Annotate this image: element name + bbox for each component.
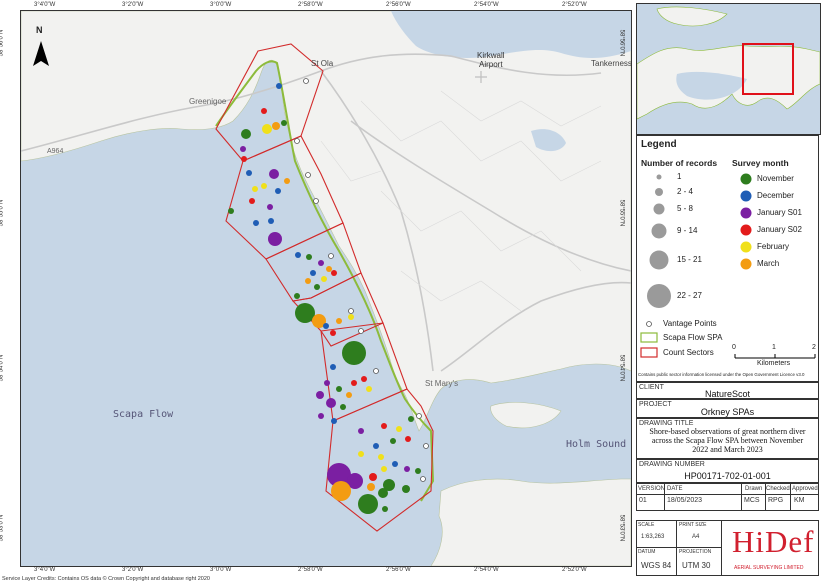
projection-label: PROJECTION — [679, 549, 712, 555]
scale-tick-0: 0 — [732, 344, 736, 351]
label-a964: A964 — [47, 148, 64, 155]
approved-label: Approved — [792, 486, 818, 492]
lon-tick-bottom: 2°54'0"W — [474, 567, 499, 573]
record-class-label: 22 - 27 — [677, 291, 702, 300]
lat-tick-right: 58°55'0"N — [618, 199, 625, 227]
inland-water — [391, 11, 631, 58]
record-class-label: 15 - 21 — [677, 255, 702, 264]
lat-tick: 58°53'0"N — [0, 514, 5, 542]
legend-scapa-spa: Scapa Flow SPA — [663, 333, 723, 342]
meta-block: VERSION DATE Drawn Checked Approved 01 1… — [636, 483, 819, 511]
lon-tick-bottom: 3°2'0"W — [122, 567, 144, 573]
label-greenigoe: Greenigoe — [189, 97, 227, 106]
scale-value: 1:63,263 — [641, 534, 665, 540]
inset-map[interactable] — [636, 3, 821, 135]
drawn-label: Drawn — [745, 486, 763, 492]
project-block: PROJECT Orkney SPAs — [636, 399, 819, 418]
client-block: CLIENT NatureScot — [636, 382, 819, 399]
hidef-logo: HiDef — [732, 524, 815, 559]
month-label-november: November — [757, 174, 794, 183]
record-class-label: 9 - 14 — [677, 226, 698, 235]
lon-tick: 2°52'0"W — [562, 2, 587, 8]
lat-tick-right: 58°53'0"N — [618, 514, 625, 542]
service-credits: Service Layer Credits: Contains OS data … — [2, 576, 210, 582]
main-map[interactable]: N Kirkwall Airport Tankerness St Ola Gre… — [20, 10, 632, 567]
approved-value: KM — [794, 497, 805, 504]
scale-tick-2: 2 — [812, 344, 816, 351]
datum-label: DATUM — [638, 549, 656, 555]
land-south — [430, 478, 631, 566]
scale-unit: Kilometers — [757, 360, 791, 367]
record-class-label: 1 — [677, 172, 682, 181]
label-st-ola: St Ola — [311, 59, 334, 68]
client-value: NatureScot — [704, 389, 751, 399]
lat-tick-right: 58°54'0"N — [618, 354, 625, 382]
drawing-title-block: DRAWING TITLE Shore-based observations o… — [636, 418, 819, 459]
lon-tick: 2°58'0"W — [298, 2, 323, 8]
month-label-december: December — [757, 191, 794, 200]
record-class-label: 2 - 4 — [677, 187, 694, 196]
lat-tick: 58°56'0"N — [0, 29, 5, 57]
drawing-title-value: Shore-based observations of great northe… — [649, 427, 806, 454]
lon-tick-bottom: 2°58'0"W — [298, 567, 323, 573]
label-kirkwall: Kirkwall — [477, 51, 505, 60]
scale-label: SCALE — [638, 522, 655, 528]
month-label-february: February — [757, 242, 790, 251]
hidef-logo-subtitle: AERIAL SURVEYING LIMITED — [734, 565, 804, 571]
lon-tick-bottom: 3°0'0"W — [210, 567, 232, 573]
lat-tick: 58°54'0"N — [0, 354, 5, 382]
label-st-marys: St Mary's — [425, 379, 459, 388]
north-label: N — [36, 25, 43, 35]
drawing-number-label: DRAWING NUMBER — [639, 461, 705, 468]
drawing-title-label: DRAWING TITLE — [639, 420, 694, 427]
lon-tick: 3°4'0"W — [34, 2, 56, 8]
legend-count-sectors: Count Sectors — [663, 348, 714, 357]
lat-tick-right: 58°56'0"N — [618, 29, 625, 57]
lon-tick: 3°2'0"W — [122, 2, 144, 8]
lon-tick: 3°0'0"W — [210, 2, 232, 8]
drawn-value: MCS — [744, 497, 760, 504]
date-value: 18/05/2023 — [667, 497, 703, 504]
month-label-january-s02: January S02 — [757, 225, 802, 234]
legend-panel: Legend Number of records Survey month 1 … — [636, 135, 819, 382]
lon-tick-bottom: 3°4'0"W — [34, 567, 56, 573]
label-scapa-flow: Scapa Flow — [113, 409, 174, 420]
lon-tick-bottom: 2°56'0"W — [386, 567, 411, 573]
main-map-svg — [21, 11, 631, 566]
datum-value: WGS 84 — [641, 561, 672, 570]
inset-map-svg — [637, 4, 820, 134]
projection-value: UTM 30 — [682, 561, 711, 570]
checked-label: Checked — [766, 486, 790, 492]
lon-tick: 2°54'0"W — [474, 2, 499, 8]
record-class-label: 5 - 8 — [677, 204, 694, 213]
legend-vantage-points: Vantage Points — [663, 319, 717, 328]
checked-value: RPG — [768, 497, 784, 504]
label-tankerness: Tankerness — [591, 59, 632, 68]
lon-tick-bottom: 2°52'0"W — [562, 567, 587, 573]
drawing-number-value: HP00171-702-01-001 — [684, 471, 771, 481]
label-kirkwall-airport: Kirkwall Airport — [477, 51, 505, 69]
print-size-value: A4 — [692, 534, 700, 540]
date-label: DATE — [667, 486, 683, 492]
lon-tick: 2°56'0"W — [386, 2, 411, 8]
print-size-label: PRINT SIZE — [679, 522, 707, 528]
label-airport: Airport — [479, 60, 503, 69]
scale-tick-1: 1 — [772, 344, 776, 351]
version-label: VERSION — [638, 486, 666, 492]
scale-datum-block: SCALE 1:63,263 PRINT SIZE A4 DATUM WGS 8… — [636, 520, 819, 576]
label-holm-sound: Holm Sound — [566, 439, 627, 450]
drawing-number-block: DRAWING NUMBER HP00171-702-01-001 — [636, 459, 819, 483]
project-value: Orkney SPAs — [700, 407, 755, 417]
lat-tick: 58°55'0"N — [0, 199, 5, 227]
licence-text: Contains public sector information licen… — [638, 372, 805, 377]
month-label-january-s01: January S01 — [757, 208, 802, 217]
month-label-march: March — [757, 259, 780, 268]
version-value: 01 — [639, 497, 647, 504]
